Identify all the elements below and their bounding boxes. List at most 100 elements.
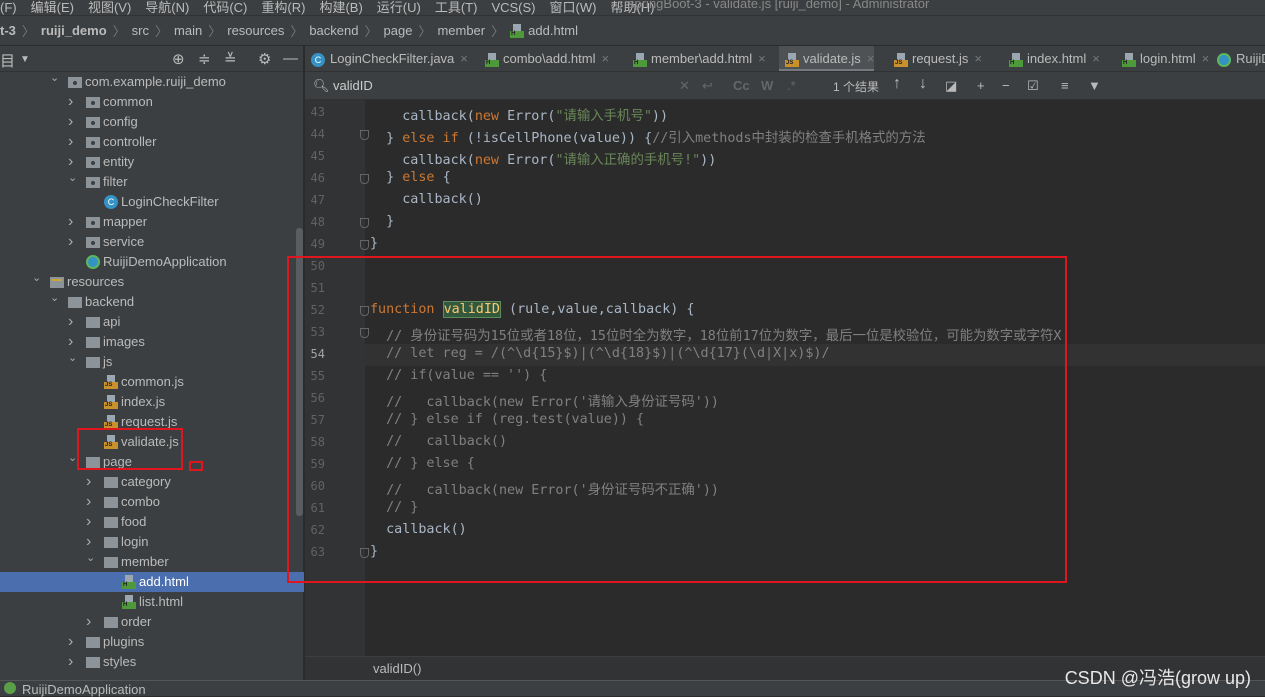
filter-icon[interactable]: ▼ [1088,78,1101,93]
collapse-all-icon[interactable]: ≚ [224,50,237,68]
close-tab-icon[interactable]: × [974,51,982,66]
chevron-right-icon[interactable]: › [68,632,73,652]
close-tab-icon[interactable]: × [758,51,766,66]
tree-item-ruijidemoapplication[interactable]: RuijiDemoApplication [0,252,304,272]
tree-item-backend[interactable]: ⌄ backend [0,292,304,312]
tree-item-member[interactable]: ⌄ member [0,552,304,572]
chevron-down-icon[interactable]: ⌄ [68,168,77,188]
tree-item-order[interactable]: › order [0,612,304,632]
menu-item[interactable]: 工具(T) [435,1,478,14]
tab-combo-add-html[interactable]: Hcombo\add.html × [479,46,610,71]
chevron-right-icon[interactable]: › [86,512,91,532]
tree-item-js[interactable]: ⌄ js [0,352,304,372]
close-tab-icon[interactable]: × [460,51,468,66]
breadcrumb-item[interactable]: resources [227,23,284,38]
search-input[interactable]: validID [333,78,373,93]
chevron-right-icon[interactable]: › [68,92,73,112]
regex-toggle[interactable]: .* [787,78,796,93]
menu-item[interactable]: (F) [0,1,17,14]
expand-all-icon[interactable]: ≑ [198,50,211,68]
fold-marker-icon[interactable] [360,174,369,184]
menu-item[interactable]: 视图(V) [88,1,131,14]
view-dropdown-icon[interactable]: ▼ [20,54,30,65]
breadcrumb-item[interactable]: main [174,23,202,38]
filter-lines-icon[interactable]: ≡ [1061,78,1069,93]
chevron-right-icon[interactable]: › [86,612,91,632]
chevron-right-icon[interactable]: › [68,112,73,132]
tree-item-styles[interactable]: › styles [0,652,304,672]
breadcrumb-item[interactable]: add.html [528,23,578,38]
tab-member-add-html[interactable]: Hmember\add.html × [627,46,766,71]
menu-item[interactable]: 代码(C) [203,1,247,14]
tree-item-filter[interactable]: ⌄ filter [0,172,304,192]
breadcrumb-item[interactable]: t-3 [0,23,16,38]
tree-item-images[interactable]: › images [0,332,304,352]
tree-item-category[interactable]: › category [0,472,304,492]
tree-item-add-html[interactable]: Hadd.html [0,572,304,592]
tab-ruijid[interactable]: RuijiD [1211,46,1265,71]
chevron-right-icon[interactable]: › [68,312,73,332]
close-tab-icon[interactable]: × [1092,51,1100,66]
locate-icon[interactable]: ⊕ [172,50,185,68]
chevron-down-icon[interactable]: ⌄ [68,348,77,368]
fold-marker-icon[interactable] [360,240,369,250]
chevron-right-icon[interactable]: › [86,492,91,512]
close-tab-icon[interactable]: × [1202,51,1210,66]
next-occurrence-icon[interactable]: ↓ [919,75,927,93]
tree-item-entity[interactable]: › entity [0,152,304,172]
chevron-down-icon[interactable]: ⌄ [50,68,59,88]
menu-item[interactable]: 重构(R) [261,1,305,14]
tree-item-food[interactable]: › food [0,512,304,532]
chevron-right-icon[interactable]: › [68,212,73,232]
tree-item-combo[interactable]: › combo [0,492,304,512]
chevron-right-icon[interactable]: › [68,232,73,252]
remove-selection-icon[interactable]: − [1002,78,1010,93]
breadcrumb-item[interactable]: src [132,23,149,38]
tree-item-mapper[interactable]: › mapper [0,212,304,232]
menu-item[interactable]: 窗口(W) [550,1,597,14]
tree-item-com-example-ruiji-demo[interactable]: ⌄ com.example.ruiji_demo [0,72,304,92]
tree-item-config[interactable]: › config [0,112,304,132]
prev-occurrence-icon[interactable]: ↑ [893,75,901,93]
gear-icon[interactable]: ⚙ [258,50,271,68]
menu-item[interactable]: 构建(B) [319,1,362,14]
breadcrumb-item[interactable]: page [384,23,413,38]
clear-icon[interactable]: ✕ [679,78,690,94]
tab-index-html[interactable]: Hindex.html × [1003,46,1100,71]
chevron-down-icon[interactable]: ⌄ [86,548,95,568]
chevron-down-icon[interactable]: ⌄ [68,448,77,468]
tree-item-common[interactable]: › common [0,92,304,112]
menu-item[interactable]: 运行(U) [377,1,421,14]
fold-marker-icon[interactable] [360,130,369,140]
tree-item-service[interactable]: › service [0,232,304,252]
chevron-right-icon[interactable]: › [68,132,73,152]
function-breadcrumb[interactable]: validID() [373,661,421,676]
match-case-toggle[interactable]: Cc [733,78,750,93]
chevron-right-icon[interactable]: › [68,652,73,672]
tree-item-api[interactable]: › api [0,312,304,332]
tree-item-resources[interactable]: ⌄ resources [0,272,304,292]
tree-item-controller[interactable]: › controller [0,132,304,152]
chevron-down-icon[interactable]: ⌄ [50,288,59,308]
fold-marker-icon[interactable] [360,218,369,228]
add-selection-icon[interactable]: + [977,78,985,93]
breadcrumb-item[interactable]: member [437,23,485,38]
tree-item-plugins[interactable]: › plugins [0,632,304,652]
run-tab[interactable]: RuijiDemoApplication [22,682,146,697]
menu-item[interactable]: 导航(N) [145,1,189,14]
select-all-occurrences-icon[interactable]: ◪ [945,78,957,94]
minimize-icon[interactable]: — [283,50,298,67]
tree-item-common-js[interactable]: JS common.js [0,372,304,392]
tree-item-list-html[interactable]: Hlist.html [0,592,304,612]
tree-item-logincheckfilter[interactable]: C LoginCheckFilter [0,192,304,212]
breadcrumb-item[interactable]: backend [309,23,358,38]
breadcrumb-item[interactable]: ruiji_demo [41,23,107,38]
close-tab-icon[interactable]: × [867,51,875,66]
tree-item-index-js[interactable]: JS index.js [0,392,304,412]
close-tab-icon[interactable]: × [602,51,610,66]
tab-logincheckfilter-java[interactable]: C LoginCheckFilter.java × [305,46,468,71]
select-all-icon[interactable]: ☑ [1027,78,1039,94]
tree-item-login[interactable]: › login [0,532,304,552]
chevron-right-icon[interactable]: › [86,472,91,492]
tab-login-html[interactable]: Hlogin.html × [1116,46,1210,71]
